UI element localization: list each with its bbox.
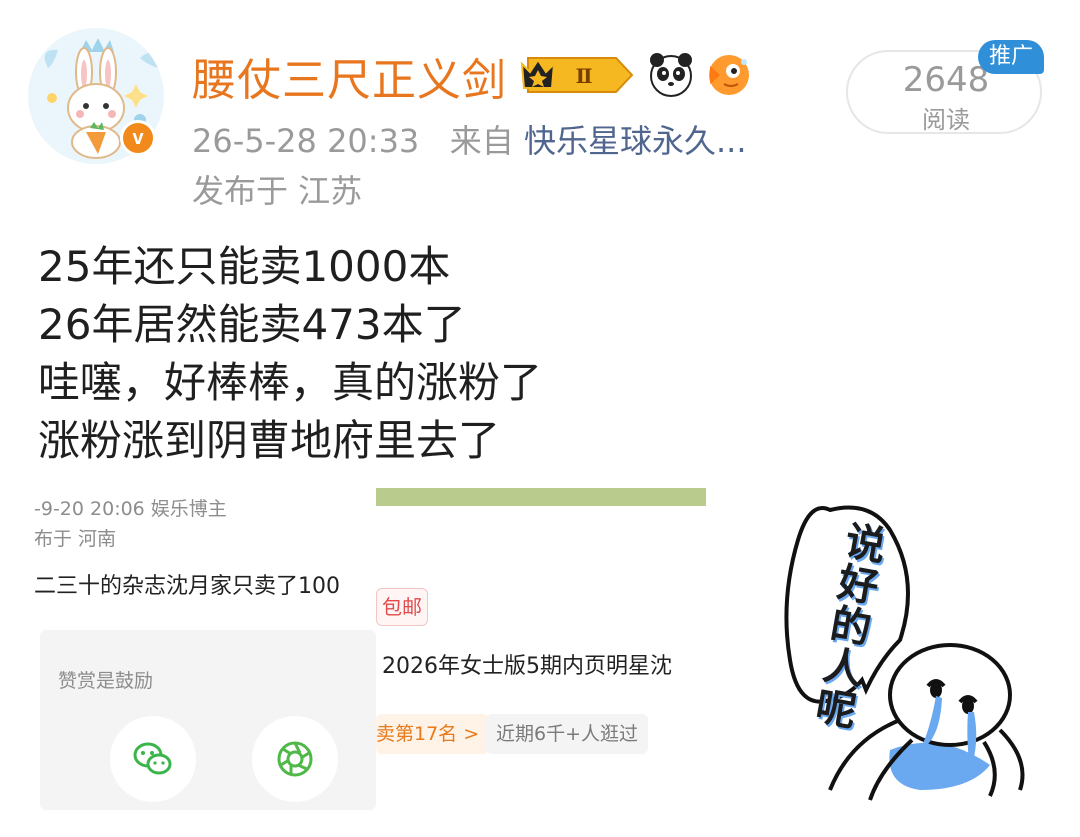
post-location: 发布于 江苏 xyxy=(192,172,363,210)
level-text: Ⅱ xyxy=(576,64,593,88)
post-datetime: 26-5-28 20:33 xyxy=(192,122,420,160)
post-source-link[interactable]: 快乐星球永久... xyxy=(524,122,747,160)
embedded-post-text: 二三十的杂志沈月家只卖了100 xyxy=(34,574,340,599)
author-name[interactable]: 腰仗三尺正义剑 xyxy=(192,44,507,108)
embedded-post-meta: -9-20 20:06 娱乐博主 xyxy=(34,498,227,520)
wechat-pay-icon[interactable] xyxy=(110,716,196,802)
reward-card: 赞赏是鼓励 xyxy=(40,630,376,810)
author-avatar[interactable]: v xyxy=(28,28,164,164)
product-title[interactable]: 2026年女士版5期内页明星沈 xyxy=(382,648,672,680)
fish-badge-icon[interactable] xyxy=(706,52,752,98)
embedded-post-location: 布于 河南 xyxy=(34,528,117,550)
post-line: 哇噻，好棒棒，真的涨粉了 xyxy=(38,358,543,407)
post-body: 25年还只能卖1000本 26年居然能卖473本了 哇噻，好棒棒，真的涨粉了 涨… xyxy=(38,238,542,470)
verified-badge: v xyxy=(120,120,156,156)
alipay-icon[interactable] xyxy=(252,716,338,802)
promo-button[interactable]: 推广 xyxy=(978,40,1044,74)
embedded-screenshot-right[interactable]: 包邮 2026年女士版5期内页明星沈 卖第17名 > 近期6千+人逛过 xyxy=(376,488,706,800)
panda-badge-icon[interactable] xyxy=(648,52,694,98)
post-line: 26年居然能卖473本了 xyxy=(38,300,466,349)
product-image-strip xyxy=(376,488,706,506)
embedded-screenshot-left[interactable]: -9-20 20:06 娱乐博主 布于 河南 二三十的杂志沈月家只卖了100 赞… xyxy=(30,488,376,810)
author-badges: Ⅱ xyxy=(520,50,752,100)
read-label: 阅读 xyxy=(922,106,970,134)
post-meta: 26-5-28 20:33 来自 快乐星球永久... xyxy=(192,116,747,162)
post-line: 涨粉涨到阴曹地府里去了 xyxy=(38,416,501,465)
reward-label: 赞赏是鼓励 xyxy=(58,670,154,692)
post-line: 25年还只能卖1000本 xyxy=(38,242,451,291)
from-label: 来自 xyxy=(449,122,514,160)
visits-badge: 近期6千+人逛过 xyxy=(486,714,649,754)
sales-rank-badge[interactable]: 卖第17名 > xyxy=(376,714,490,754)
member-level-badge[interactable]: Ⅱ xyxy=(520,54,636,96)
free-shipping-tag: 包邮 xyxy=(376,588,428,626)
